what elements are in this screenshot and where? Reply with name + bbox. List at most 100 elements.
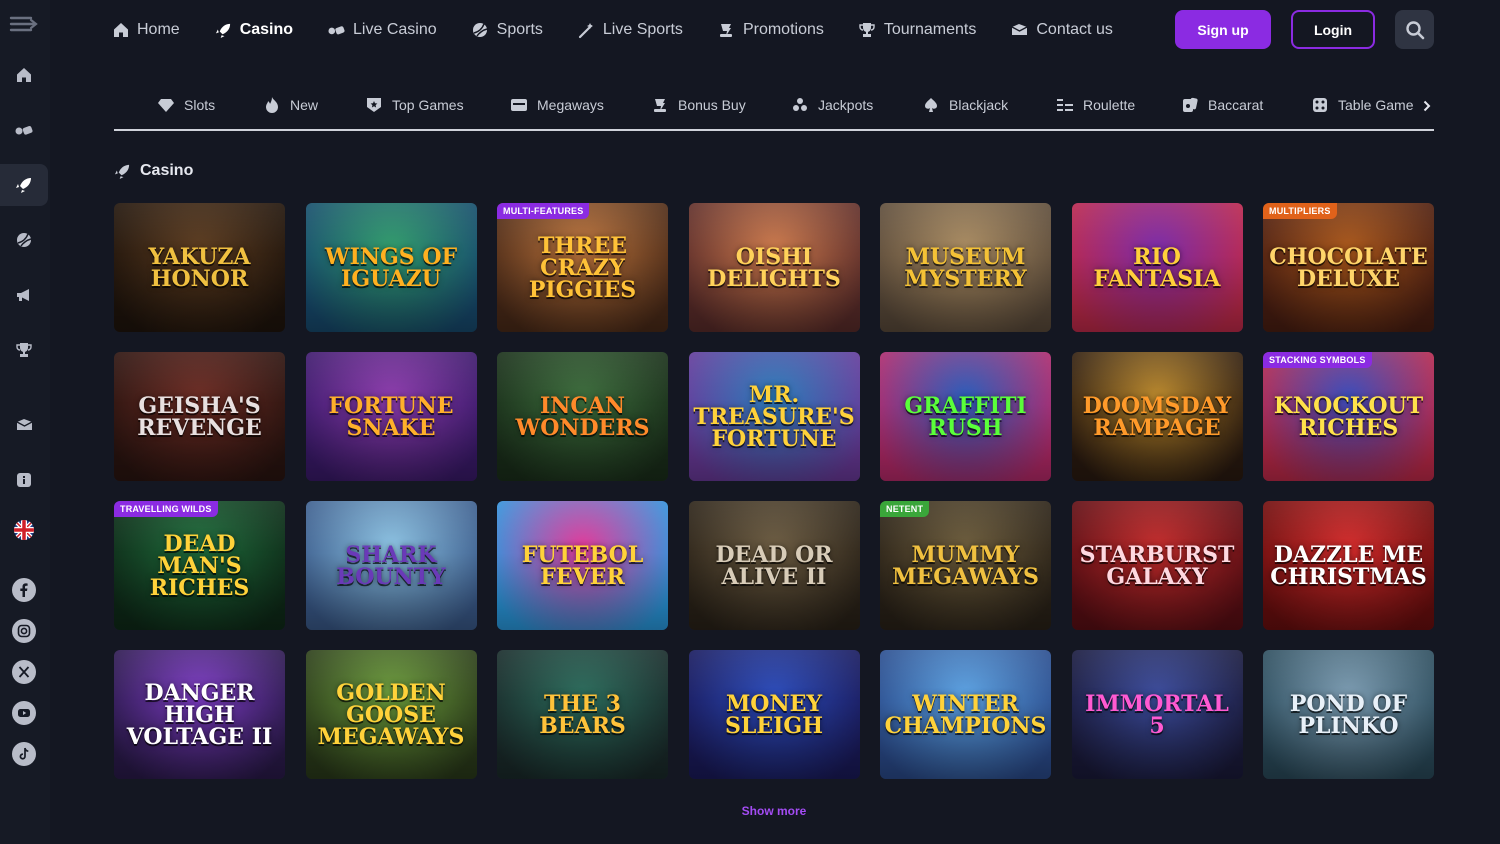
rocket-icon[interactable] [0,164,48,206]
category-label: Jackpots [818,97,874,113]
game-tile[interactable]: Yakuza Honor [114,203,285,332]
nav-promotions[interactable]: Promotions [718,0,824,60]
game-title: Three Crazy Piggies [528,232,637,303]
nav-label: Live Sports [602,21,683,38]
game-tile[interactable]: MULTI-FEATURES Three Crazy Piggies [497,203,668,332]
category-new[interactable]: New [264,97,318,113]
nav-label: Home [137,21,180,38]
live-casino-icon [328,22,345,39]
login-button[interactable]: Login [1291,10,1375,49]
uk-flag-icon[interactable] [0,509,48,551]
instagram-icon[interactable] [0,610,48,652]
scroll-right-button[interactable] [1420,96,1434,116]
game-title: Geisha's Revenge [137,392,262,441]
category-jackpots[interactable]: Jackpots [792,97,873,113]
category-top-games[interactable]: Top Games [366,97,464,113]
game-title: Dazzle Me Christmas [1270,541,1427,590]
info-icon[interactable] [0,459,48,501]
game-tile[interactable]: Pond of Plinko [1263,650,1434,779]
game-tile[interactable]: Doomsday Rampage [1071,352,1243,481]
game-tile[interactable]: Oishi Delights [688,203,860,332]
category-slots[interactable]: Slots [158,97,215,113]
game-title: Yakuza Honor [148,243,251,292]
cards-icon [1182,97,1198,113]
game-title: Chocolate Deluxe [1269,243,1428,292]
game-title: Oishi Delights [707,243,841,292]
menu-toggle-icon[interactable] [0,3,48,45]
game-tile[interactable]: Mr. Treasure's Fortune [688,352,860,481]
game-tile[interactable]: Museum Mystery [880,203,1051,332]
game-tile[interactable]: Money Sleigh [688,650,860,779]
megaphone-icon[interactable] [0,274,48,316]
game-title: Rio Fantasia [1093,243,1221,292]
category-nav: Slots New Top Games Megaways Bonus Buy J… [114,84,1434,131]
nav-live-sports[interactable]: Live Sports [578,0,683,60]
game-title: Futebol Fever [521,541,644,590]
nav-sports[interactable]: Sports [472,0,543,60]
game-tile[interactable]: The 3 Bears [497,650,668,779]
game-tile[interactable]: Geisha's Revenge [114,352,285,481]
game-title: Graffiti Rush [904,392,1027,441]
youtube-icon[interactable] [0,692,48,734]
section-title: Casino [114,162,193,180]
game-tile[interactable]: Winter Champions [880,650,1051,779]
sports-ball-icon[interactable] [0,219,48,261]
game-tile[interactable]: Immortal 5 [1071,650,1243,779]
nav-home[interactable]: Home [112,0,180,60]
category-blackjack[interactable]: Blackjack [923,97,1008,113]
game-title: Danger High Voltage II [126,679,273,750]
tiktok-icon[interactable] [0,733,48,775]
x-icon[interactable] [0,651,48,693]
game-tile[interactable]: Rio Fantasia [1071,203,1243,332]
game-tile[interactable]: Graffiti Rush [880,352,1051,481]
nav-label: Sports [496,21,543,38]
game-badge: MULTIPLIERS [1263,203,1337,219]
game-tile[interactable]: Shark Bounty [305,501,477,630]
category-megaways[interactable]: Megaways [511,97,604,113]
game-title: Starburst Galaxy [1079,541,1235,590]
search-button[interactable] [1395,10,1434,49]
category-bonus-buy[interactable]: Bonus Buy [652,97,746,113]
category-table-games[interactable]: Table Games [1312,97,1414,113]
game-grid: Yakuza Honor Wings of Iguazu MULTI-FEATURE… [114,203,1434,779]
game-tile[interactable]: Dead or Alive II [688,501,860,630]
game-title: Immortal 5 [1085,690,1229,739]
promotions-icon [718,22,735,39]
game-tile[interactable]: MULTIPLIERS Chocolate Deluxe [1263,203,1434,332]
game-title: Pond of Plinko [1289,690,1408,739]
show-more-button[interactable]: Show more [714,804,834,818]
game-tile[interactable]: TRAVELLING WILDS Dead Man's Riches [114,501,285,630]
mail-icon[interactable] [0,404,48,446]
category-label: Baccarat [1208,97,1264,113]
nav-label: Live Casino [353,21,437,38]
nav-label: Casino [239,21,294,38]
game-tile[interactable]: Futebol Fever [497,501,668,630]
game-tile[interactable]: NETENT Mummy Megaways [880,501,1051,630]
game-title: Wings of Iguazu [324,243,458,292]
sidebar [0,0,50,844]
facebook-icon[interactable] [0,569,48,611]
game-title: Museum Mystery [904,243,1027,292]
category-baccarat[interactable]: Baccarat [1182,97,1263,113]
nav-label: Contact us [1036,21,1113,38]
game-tile[interactable]: STACKING SYMBOLS Knockout Riches [1263,352,1434,481]
game-tile[interactable]: Wings of Iguazu [305,203,477,332]
game-tile[interactable]: Starburst Galaxy [1071,501,1243,630]
game-tile[interactable]: Dazzle Me Christmas [1263,501,1434,630]
live-casino-icon[interactable] [0,109,48,151]
nav-live-casino[interactable]: Live Casino [328,0,437,60]
game-title: Money Sleigh [725,690,823,739]
game-tile[interactable]: Incan Wonders [497,352,668,481]
game-tile[interactable]: Danger High Voltage II [114,650,285,779]
home-icon[interactable] [0,54,48,96]
signup-button[interactable]: Sign up [1175,10,1271,49]
trophy-icon[interactable] [0,329,48,371]
nav-tournaments[interactable]: Tournaments [859,0,976,60]
dice-icon [1312,97,1328,113]
nav-contact[interactable]: Contact us [1011,0,1113,60]
category-roulette[interactable]: Roulette [1057,97,1135,113]
nav-casino[interactable]: Casino [215,0,293,60]
game-title: Incan Wonders [515,392,650,441]
game-tile[interactable]: Golden Goose Megaways [305,650,477,779]
game-tile[interactable]: Fortune Snake [305,352,477,481]
